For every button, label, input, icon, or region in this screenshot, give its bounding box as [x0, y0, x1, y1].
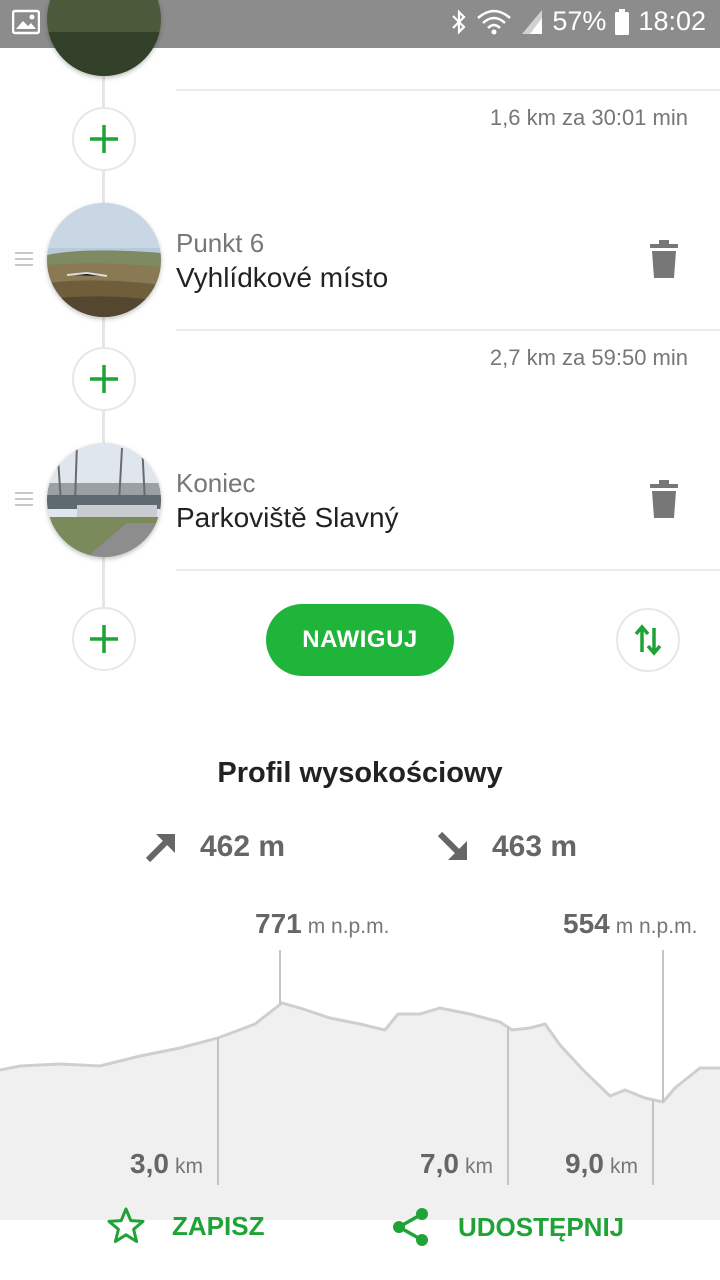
plus-icon	[90, 365, 118, 393]
add-waypoint-button[interactable]	[72, 107, 136, 171]
waypoint-photo[interactable]	[47, 443, 161, 557]
drag-handle[interactable]	[15, 252, 33, 270]
distance-unit: km	[464, 1155, 493, 1178]
distance-value: 7,0	[420, 1148, 459, 1179]
share-button[interactable]: UDOSTĘPNIJ	[390, 1206, 624, 1248]
divider	[176, 569, 720, 571]
battery-icon	[615, 8, 630, 35]
distance-label: 9,0 km	[565, 1148, 638, 1180]
descent-value: 463 m	[492, 830, 578, 863]
max-elevation-value: 771	[255, 908, 302, 939]
ascent-value: 462 m	[200, 830, 286, 863]
elevation-unit: m n.p.m.	[615, 915, 698, 938]
share-icon	[393, 1208, 428, 1246]
navigate-button[interactable]: NAWIGUJ	[266, 604, 454, 676]
add-waypoint-button[interactable]	[72, 347, 136, 411]
star-icon	[107, 1207, 145, 1243]
drag-handle[interactable]	[15, 492, 33, 510]
arrow-up-right-icon	[145, 834, 175, 863]
profile-title: Profil wysokościowy	[217, 757, 503, 789]
elevation-area	[0, 1003, 720, 1220]
save-button[interactable]: ZAPISZ	[106, 1206, 264, 1246]
divider	[176, 89, 720, 91]
descent-stat: 463 m	[436, 830, 577, 864]
arrow-down-right-icon	[437, 831, 467, 860]
bluetooth-icon	[452, 8, 466, 35]
gallery-icon	[12, 9, 40, 35]
save-label: ZAPISZ	[172, 1210, 265, 1241]
divider	[176, 329, 720, 331]
min-elevation-label: 554 m n.p.m.	[563, 908, 697, 940]
trash-icon[interactable]	[646, 480, 682, 520]
waypoint-photo-previous	[47, 0, 161, 76]
plus-icon	[90, 125, 118, 153]
min-elevation-value: 554	[563, 908, 610, 939]
waypoint-photo[interactable]	[47, 203, 161, 317]
trash-icon[interactable]	[646, 240, 682, 280]
reverse-route-button[interactable]	[616, 608, 680, 672]
leg-distance-time: 1,6 km za 30:01 min	[489, 105, 688, 130]
ascent-stat: 462 m	[144, 830, 285, 864]
signal-icon	[522, 9, 543, 34]
waypoint-name[interactable]: Parkoviště Slavný	[176, 502, 399, 534]
swap-arrows-icon	[634, 624, 662, 656]
waypoint-label: Punkt 6	[176, 228, 265, 258]
distance-value: 9,0	[565, 1148, 604, 1179]
clock: 18:02	[638, 6, 706, 36]
waypoint-name[interactable]: Vyhlídkové místo	[176, 262, 388, 294]
waypoint-label: Koniec	[176, 468, 256, 498]
share-label: UDOSTĘPNIJ	[458, 1211, 625, 1242]
elevation-unit: m n.p.m.	[307, 915, 390, 938]
wifi-icon	[477, 9, 512, 34]
battery-level: 57%	[552, 6, 607, 36]
add-waypoint-button[interactable]	[72, 607, 136, 671]
distance-label: 7,0 km	[420, 1148, 493, 1180]
distance-unit: km	[609, 1155, 638, 1178]
max-elevation-label: 771 m n.p.m.	[255, 908, 389, 940]
plus-icon	[90, 625, 118, 653]
distance-value: 3,0	[130, 1148, 169, 1179]
leg-distance-time: 2,7 km za 59:50 min	[489, 345, 688, 370]
distance-label: 3,0 km	[130, 1148, 203, 1180]
distance-unit: km	[174, 1155, 203, 1178]
